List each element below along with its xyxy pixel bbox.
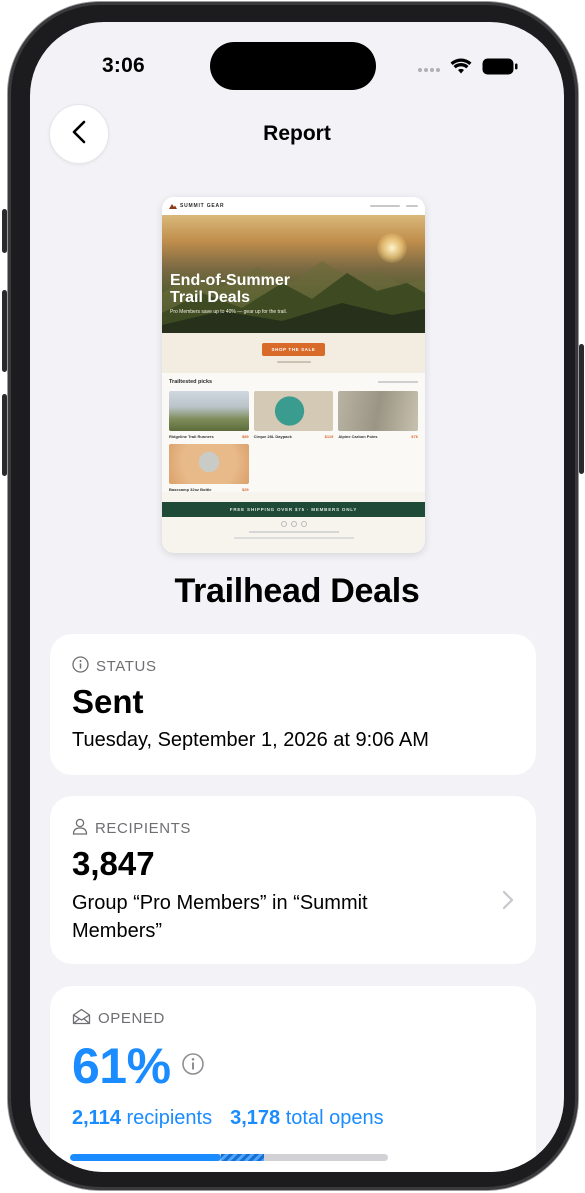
recipients-description: Group “Pro Members” in “Summit Members” xyxy=(72,892,368,942)
preview-product: Cirque 28L Daypack $119 xyxy=(253,391,334,439)
opened-card: OPENED 61% 2,114 recipients 3,178 total … xyxy=(50,986,536,1172)
status-icons xyxy=(418,58,518,80)
status-value: Sent xyxy=(72,683,144,720)
volume-up-button xyxy=(2,290,7,372)
recipients-label: RECIPIENTS xyxy=(72,818,514,839)
preview-brand: SUMMIT GEAR xyxy=(169,203,224,209)
mountain-logo-icon xyxy=(169,204,177,209)
info-circle-icon xyxy=(72,656,89,677)
preview-footer xyxy=(162,521,425,539)
dynamic-island xyxy=(210,42,376,90)
preview-hero-subtitle: Pro Members save up to 40% — gear up for… xyxy=(170,309,287,315)
power-button xyxy=(579,344,584,474)
preview-product: Ridgeline Trail Runners $89 xyxy=(169,391,249,439)
opened-recipients: 2,114 recipients xyxy=(72,1107,213,1129)
status-label-text: STATUS xyxy=(96,658,157,675)
preview-section-title: Trailtested picks xyxy=(169,379,213,385)
battery-icon xyxy=(482,58,518,80)
preview-header: SUMMIT GEAR xyxy=(162,197,425,215)
chevron-right-icon xyxy=(502,890,514,915)
email-preview[interactable]: SUMMIT GEAR End-of-Summer Trail Deals Pr… xyxy=(162,197,425,553)
opened-stats: 2,114 recipients 3,178 total opens xyxy=(72,1107,514,1130)
phone-frame: 3:06 Report SUMMIT GEAR End-of-Summer Tr… xyxy=(2,2,584,1190)
opened-progress-bar xyxy=(70,1154,388,1161)
opened-total-opens: 3,178 total opens xyxy=(230,1107,384,1129)
wifi-icon xyxy=(450,58,472,80)
opened-label-text: OPENED xyxy=(98,1010,165,1027)
action-button xyxy=(2,209,7,253)
envelope-open-icon xyxy=(72,1008,91,1029)
opened-percent: 61% xyxy=(72,1038,171,1094)
nav-title: Report xyxy=(263,122,331,145)
person-icon xyxy=(72,818,88,839)
preview-hero-title: End-of-Summer Trail Deals xyxy=(170,272,290,306)
preview-hero-image: End-of-Summer Trail Deals Pro Members sa… xyxy=(162,215,425,333)
preview-cta-band: SHOP THE SALE xyxy=(162,333,425,373)
preview-product: Alpine Carbon Poles $76 xyxy=(338,391,418,439)
preview-nav xyxy=(370,205,418,207)
recipients-label-text: RECIPIENTS xyxy=(95,820,192,837)
opened-label: OPENED xyxy=(72,1008,514,1029)
status-label: STATUS xyxy=(72,656,514,677)
preview-footer-band: FREE SHIPPING OVER $75 · MEMBERS ONLY xyxy=(162,502,425,517)
preview-brand-text: SUMMIT GEAR xyxy=(180,203,225,209)
preview-products: Trailtested picks Ridgeline Trail Runner… xyxy=(162,373,425,492)
screen: 3:06 Report SUMMIT GEAR End-of-Summer Tr… xyxy=(30,22,564,1172)
mail-title: Trailhead Deals xyxy=(174,572,420,610)
status-date: Tuesday, September 1, 2026 at 9:06 AM xyxy=(72,729,429,751)
recipients-count: 3,847 xyxy=(72,845,155,882)
info-circle-icon[interactable] xyxy=(181,1052,205,1081)
recipients-card[interactable]: RECIPIENTS 3,847 Group “Pro Members” in … xyxy=(50,796,536,964)
preview-product: Basecamp 32oz Bottle $29 xyxy=(169,444,249,492)
preview-cta-button: SHOP THE SALE xyxy=(261,343,326,356)
opened-progress-repeat-fill xyxy=(221,1154,264,1161)
status-time: 3:06 xyxy=(102,54,145,77)
signal-icon xyxy=(418,60,440,78)
status-card: STATUS Sent Tuesday, September 1, 2026 a… xyxy=(50,634,536,775)
volume-down-button xyxy=(2,394,7,476)
opened-progress-fill xyxy=(70,1154,222,1161)
